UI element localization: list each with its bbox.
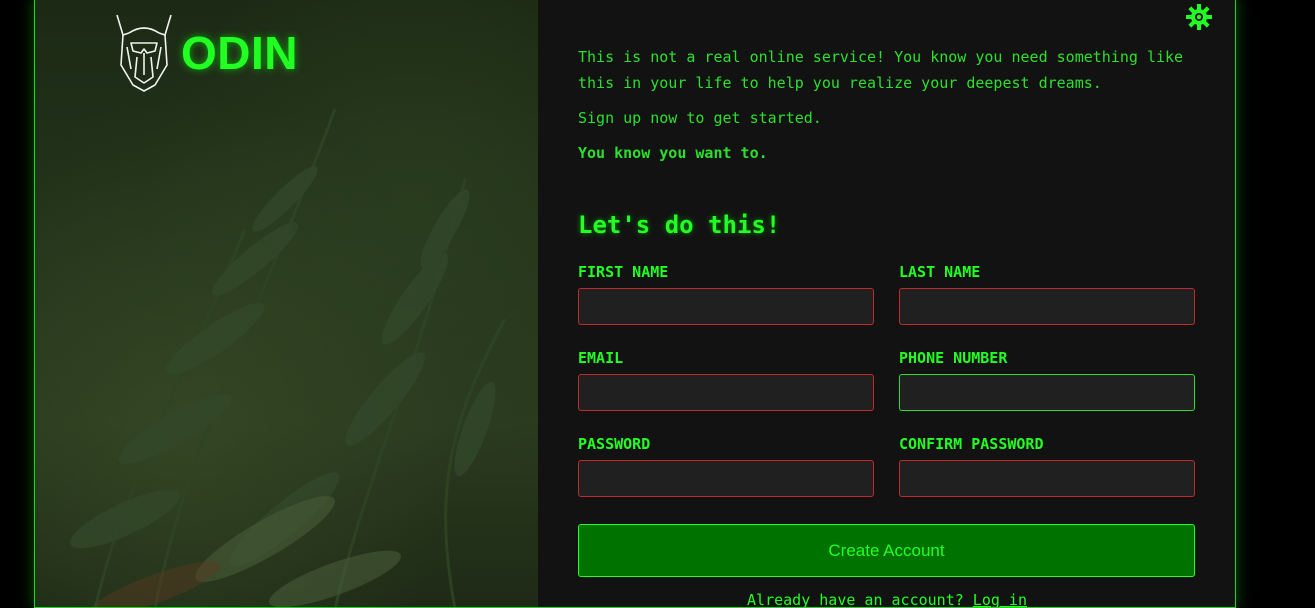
email-input[interactable] bbox=[578, 374, 874, 411]
phone-input[interactable] bbox=[899, 374, 1195, 411]
create-account-button[interactable]: Create Account bbox=[578, 524, 1195, 577]
form-title: Let's do this! bbox=[578, 211, 781, 239]
intro-cta: Sign up now to get started. bbox=[578, 109, 822, 127]
confirm-password-field: CONFIRM PASSWORD bbox=[899, 434, 1195, 497]
signup-panel: This is not a real online service! You k… bbox=[538, 0, 1235, 607]
page-frame: ODIN This is not a real online service! … bbox=[34, 0, 1236, 608]
password-label: PASSWORD bbox=[578, 435, 651, 453]
login-prompt: Already have an account? Log in bbox=[538, 591, 1235, 608]
gear-icon[interactable] bbox=[1186, 4, 1212, 30]
last-name-field: LAST NAME bbox=[899, 262, 1195, 325]
phone-label: PHONE NUMBER bbox=[899, 349, 1008, 367]
email-field: EMAIL bbox=[578, 348, 874, 411]
first-name-label: FIRST NAME bbox=[578, 263, 669, 281]
login-prompt-text: Already have an account? bbox=[747, 591, 964, 608]
email-label: EMAIL bbox=[578, 349, 624, 367]
last-name-label: LAST NAME bbox=[899, 263, 981, 281]
intro-text: This is not a real online service! You k… bbox=[578, 44, 1198, 175]
first-name-input[interactable] bbox=[578, 288, 874, 325]
last-name-input[interactable] bbox=[899, 288, 1195, 325]
viking-helmet-icon bbox=[116, 14, 172, 92]
password-field: PASSWORD bbox=[578, 434, 874, 497]
confirm-password-label: CONFIRM PASSWORD bbox=[899, 435, 1044, 453]
password-input[interactable] bbox=[578, 460, 874, 497]
phone-field: PHONE NUMBER bbox=[899, 348, 1195, 411]
intro-tagline: You know you want to. bbox=[578, 144, 768, 162]
brand-name: ODIN bbox=[181, 27, 298, 79]
intro-paragraph: This is not a real online service! You k… bbox=[578, 48, 1184, 92]
hero-image-panel: ODIN bbox=[35, 0, 538, 607]
login-link[interactable]: Log in bbox=[973, 591, 1027, 607]
logo: ODIN bbox=[113, 13, 298, 93]
first-name-field: FIRST NAME bbox=[578, 262, 874, 325]
confirm-password-input[interactable] bbox=[899, 460, 1195, 497]
